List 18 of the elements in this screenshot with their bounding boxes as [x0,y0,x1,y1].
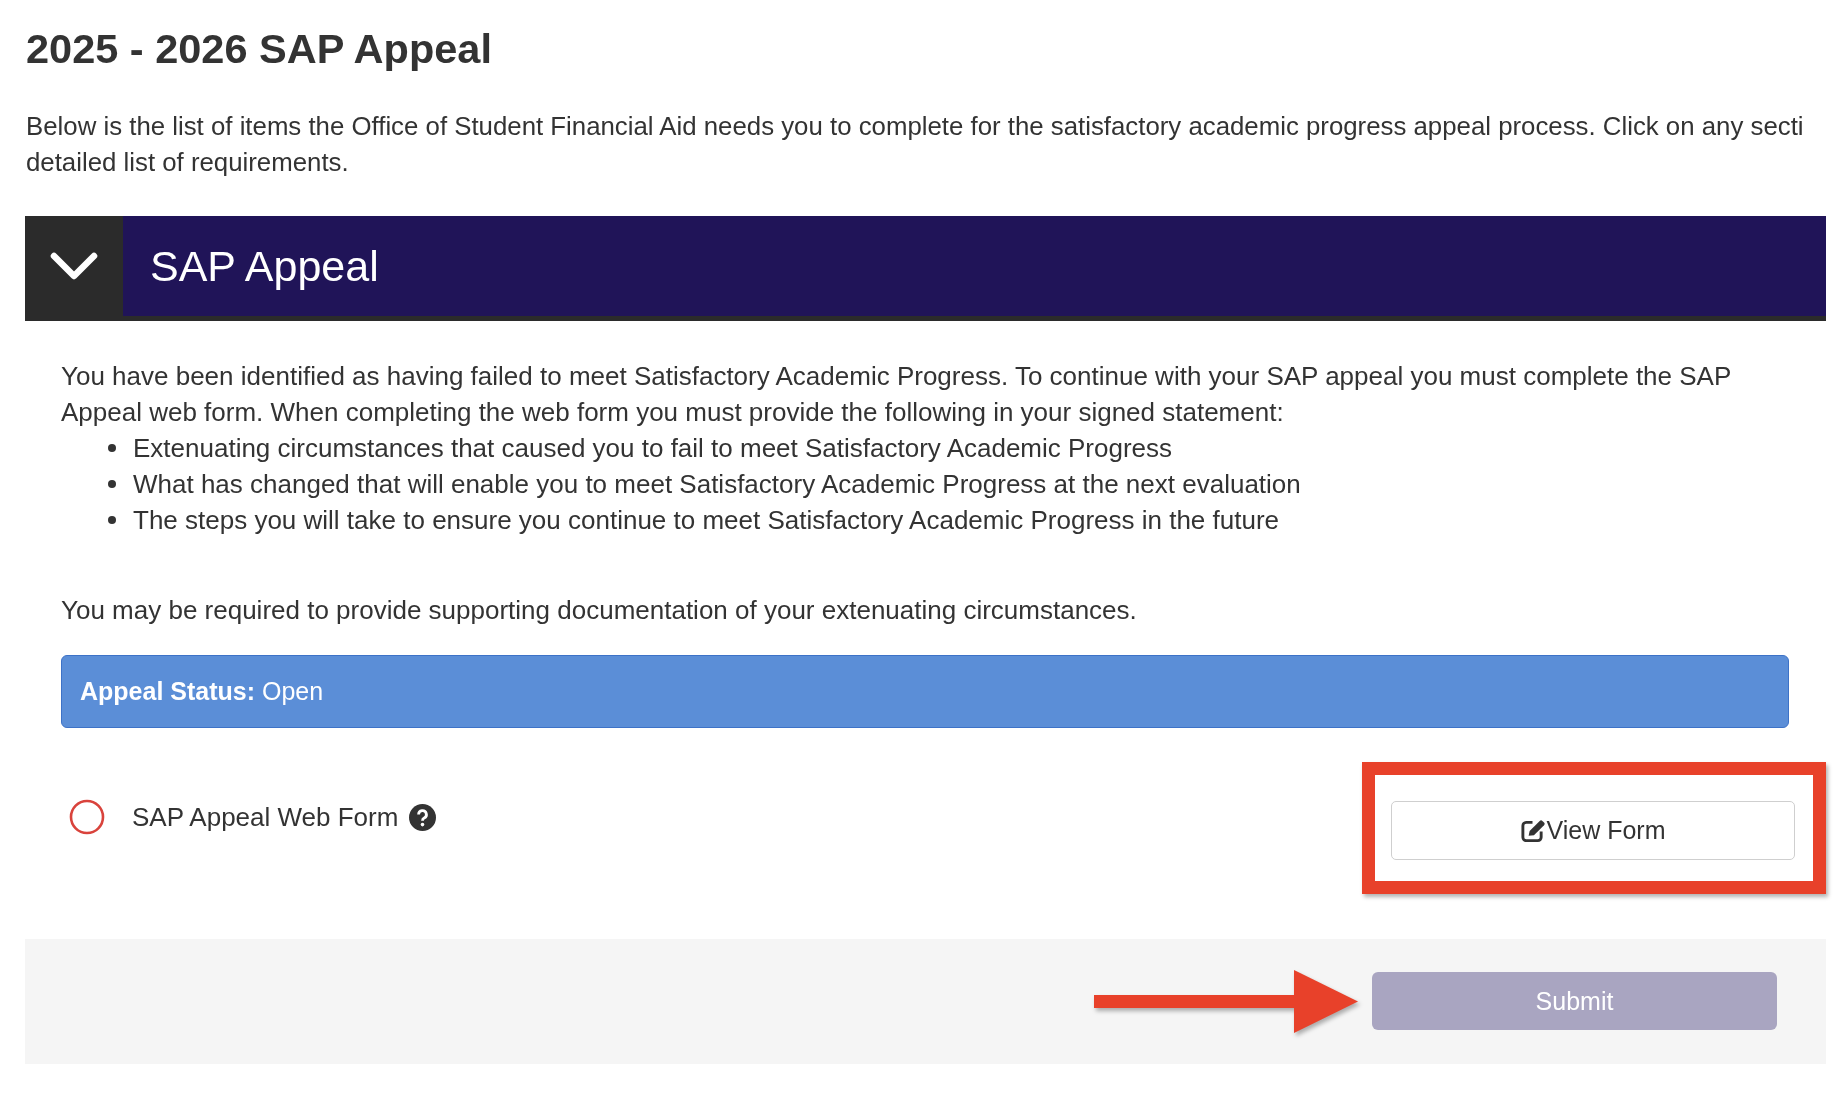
item-label: SAP Appeal Web Form [132,801,399,833]
help-icon[interactable] [409,803,437,831]
edit-icon [1520,818,1546,843]
section-title: SAP Appeal [150,241,379,292]
bullet-icon [108,516,116,524]
status-banner: Appeal Status: Open [61,655,1789,728]
bullet-icon [108,480,116,488]
note-text: You may be required to provide supporting documentation of your extenuating circumstances. [61,594,1138,627]
collapse-button[interactable] [25,216,123,316]
instructions-text: You have been identified as having failed to meet Satisfactory Academic Progress. To continue with your SAP appeal you must complete the SAP Appeal web form. When completing the web form you must provide the following in your signed statement: [61,360,1732,429]
requirement-text: The steps you will take to ensure you continue to meet Satisfactory Academic Progress in the future [133,504,1280,537]
page-title: 2025 - 2026 SAP Appeal [26,25,492,73]
chevron-icon [50,251,98,281]
requirement-text: Extenuating circumstances that caused you to fail to meet Satisfactory Academic Progress [133,432,1173,465]
requirement-text: What has changed that will enable you to meet Satisfactory Academic Progress at the next evaluation [133,468,1301,501]
bullet-icon [108,444,116,452]
view-form-button[interactable]: View Form [1391,801,1795,860]
intro-text: Below is the list of items the Office of Student Financial Aid needs you to complete for the satisfactory academic progress appeal process. Click on any secti detailed list of requirements. [26,111,1804,178]
